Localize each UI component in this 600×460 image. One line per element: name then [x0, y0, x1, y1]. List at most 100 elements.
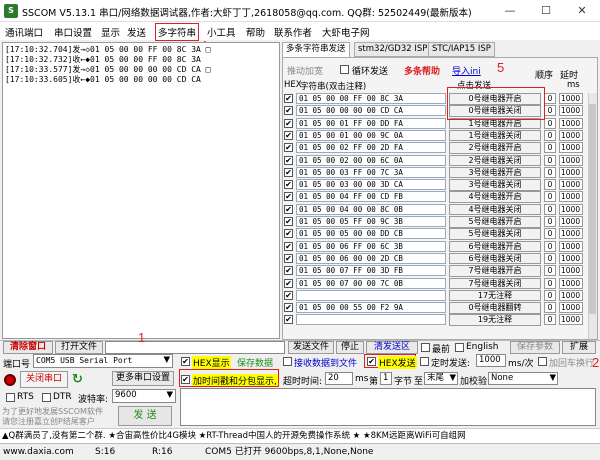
row-order-input[interactable]: 0 [544, 117, 556, 129]
dtr-checkbox[interactable] [42, 393, 51, 402]
close-icon[interactable]: ✕ [564, 0, 600, 22]
row-hex-checkbox[interactable]: ✔ [284, 94, 293, 103]
row-hex-input[interactable]: 01 05 00 05 FF 00 9C 3B [296, 216, 446, 227]
row-hex-input[interactable]: 01 05 00 04 00 00 8C 0B [296, 203, 446, 215]
row-hex-input[interactable] [296, 314, 446, 326]
row-order-input[interactable]: 0 [544, 142, 556, 154]
send-file-button[interactable]: 发送文件 [288, 341, 334, 354]
row-hex-input[interactable]: 01 05 00 01 FF 00 DD FA [296, 117, 446, 129]
baud-select[interactable]: 9600 ▼ [112, 389, 176, 403]
row-delay-input[interactable]: 1000 [559, 129, 583, 141]
row-delay-input[interactable]: 1000 [559, 142, 583, 154]
save-params-button[interactable]: 保存参数 [510, 341, 560, 354]
row-order-input[interactable]: 0 [544, 265, 556, 277]
menu-multi-string[interactable]: 多字符串 [155, 23, 200, 41]
row-hex-checkbox[interactable]: ✔ [284, 290, 293, 300]
multi-help-link[interactable]: 多条帮助 [404, 64, 440, 77]
row-send-button[interactable]: 2号继电器关闭 [449, 154, 541, 166]
open-file-button[interactable]: 打开文件 [55, 341, 103, 354]
row-send-button[interactable]: 6号继电器开启 [449, 240, 541, 253]
row-hex-input[interactable]: 01 05 00 00 00 00 CD CA [296, 105, 446, 117]
send-button[interactable]: 发 送 [118, 406, 172, 426]
row-hex-input[interactable]: 01 05 00 07 00 00 7C 0B [296, 277, 446, 289]
row-delay-input[interactable]: 1000 [559, 277, 583, 289]
row-delay-input[interactable]: 1000 [559, 166, 583, 178]
menu-serial-settings[interactable]: 串口设置 [54, 25, 92, 39]
row-delay-input[interactable]: 1000 [559, 191, 583, 203]
row-delay-input[interactable]: 1000 [559, 117, 583, 129]
minimize-icon[interactable]: — [492, 0, 528, 22]
expand-button[interactable]: 扩展 [562, 341, 596, 354]
row-hex-checkbox[interactable]: ✔ [284, 217, 293, 226]
row-order-input[interactable]: 0 [544, 154, 556, 166]
menu-daxia-site[interactable]: 大虾电子网 [322, 25, 370, 39]
end-select[interactable]: 末尾 ▼ [424, 372, 458, 385]
row-delay-input[interactable]: 1000 [559, 154, 583, 166]
row-order-input[interactable]: 0 [544, 314, 556, 326]
row-send-button[interactable]: 1号继电器关闭 [449, 129, 541, 142]
row-send-button[interactable]: 6号继电器关闭 [449, 252, 541, 265]
clear-send-button[interactable]: 清发送区 [366, 341, 418, 354]
row-delay-input[interactable]: 1000 [559, 216, 583, 227]
row-hex-checkbox[interactable]: ✔ [284, 204, 293, 214]
row-delay-input[interactable]: 1000 [559, 302, 583, 314]
row-send-button[interactable]: 7号继电器关闭 [449, 277, 541, 289]
row-send-button[interactable]: 5号继电器开启 [449, 216, 541, 228]
row-hex-checkbox[interactable]: ✔ [284, 167, 293, 177]
more-settings-button[interactable]: 更多串口设置 [112, 371, 174, 386]
row-order-input[interactable]: 0 [544, 105, 556, 117]
row-hex-input[interactable]: 01 05 00 02 00 00 6C 0A [296, 154, 446, 166]
row-send-button[interactable]: 3号继电器开启 [449, 166, 541, 179]
send-input[interactable] [180, 388, 596, 426]
close-port-button[interactable]: 关闭串口 [20, 371, 68, 388]
file-path-input[interactable] [105, 341, 285, 354]
row-send-button[interactable]: 4号继电器开启 [449, 191, 541, 203]
row-order-input[interactable]: 0 [544, 203, 556, 215]
menu-comm-port[interactable]: 通讯端口 [5, 25, 43, 39]
hex-send-checkbox[interactable]: ✔ [367, 357, 376, 366]
row-hex-input[interactable]: 01 05 00 03 FF 00 7C 3A [296, 166, 446, 178]
row-hex-input[interactable]: 01 05 00 06 FF 00 6C 3B [296, 240, 446, 252]
save-data-link[interactable]: 保存数据 [237, 356, 273, 369]
row-order-input[interactable]: 0 [544, 93, 556, 104]
hex-display-checkbox[interactable]: ✔ [181, 357, 190, 366]
english-checkbox[interactable] [455, 343, 464, 352]
timeout-input[interactable]: 20 [325, 372, 353, 385]
maximize-icon[interactable]: ☐ [528, 0, 564, 22]
row-delay-input[interactable]: 1000 [559, 179, 583, 191]
row-delay-input[interactable]: 1000 [559, 228, 583, 240]
row-send-button[interactable]: 17无注释 [449, 289, 541, 302]
row-delay-input[interactable]: 1000 [559, 252, 583, 264]
row-send-button[interactable]: 0号继电器翻转 [449, 302, 541, 314]
row-hex-input[interactable]: 01 05 00 03 00 00 3D CA [296, 179, 446, 191]
timed-send-checkbox[interactable] [420, 357, 429, 366]
row-hex-input[interactable]: 01 05 00 02 FF 00 2D FA [296, 142, 446, 154]
row-order-input[interactable]: 0 [544, 302, 556, 314]
tab-stc-isp[interactable]: STC/IAP15 ISP [428, 42, 495, 57]
row-hex-input[interactable]: 01 05 00 07 FF 00 3D FB [296, 265, 446, 277]
port-select[interactable]: COM5 USB Serial Port ▼ [33, 354, 173, 368]
menu-help[interactable]: 帮助 [246, 25, 265, 39]
row-delay-input[interactable]: 1000 [559, 240, 583, 252]
row-delay-input[interactable]: 1000 [559, 265, 583, 277]
row-delay-input[interactable]: 1000 [559, 314, 583, 326]
clear-window-button[interactable]: 清除窗口 [3, 341, 53, 354]
row-hex-checkbox[interactable]: ✔ [284, 155, 293, 165]
row-hex-checkbox[interactable]: ✔ [284, 143, 293, 153]
row-order-input[interactable]: 0 [544, 277, 556, 289]
row-delay-input[interactable]: 1000 [559, 203, 583, 215]
ad-banner[interactable]: ▲Q群满员了,没有第二个群. ★合宙高性价比4G模块 ★RT-Thread中国人… [0, 428, 600, 443]
loop-send-checkbox[interactable] [340, 65, 349, 74]
row-hex-input[interactable]: 01 05 00 01 00 00 9C 0A [296, 129, 446, 141]
row-delay-input[interactable]: 1000 [559, 289, 583, 301]
row-hex-checkbox[interactable]: ✔ [284, 229, 293, 239]
scrollbar-thumb[interactable] [589, 104, 596, 314]
row-hex-input[interactable]: 01 05 00 00 FF 00 8C 3A [296, 93, 446, 104]
row-order-input[interactable]: 0 [544, 216, 556, 227]
menu-display[interactable]: 显示 [101, 25, 120, 39]
row-order-input[interactable]: 0 [544, 240, 556, 252]
row-send-button[interactable]: 19无注释 [449, 314, 541, 326]
stop-button[interactable]: 停止 [336, 341, 364, 354]
tab-stm32-isp[interactable]: stm32/GD32 ISP [354, 42, 432, 57]
row-hex-checkbox[interactable]: ✔ [284, 241, 293, 251]
